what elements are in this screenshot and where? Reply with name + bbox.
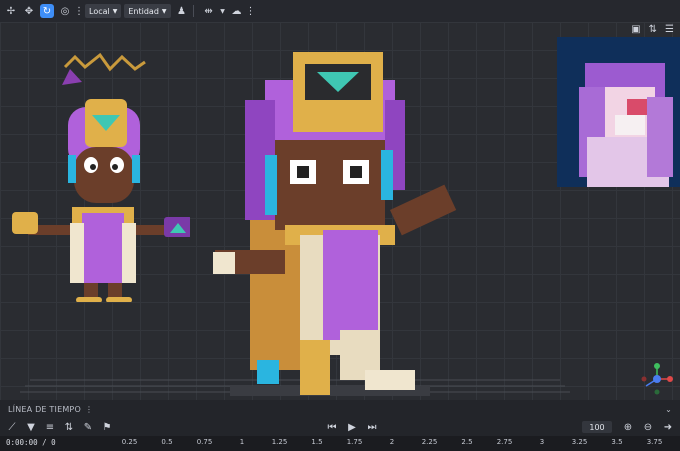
sort-icon[interactable]: ⇅ xyxy=(649,24,657,35)
pose-tool-icon[interactable]: ✢ xyxy=(4,4,18,18)
more-options-icon[interactable]: ⋮ xyxy=(85,405,93,414)
ruler-tick-label: 0.5 xyxy=(161,438,173,446)
total-frames: 0 xyxy=(51,438,56,447)
entity-dropdown-label: Entidad xyxy=(128,6,159,16)
pencil-icon[interactable]: ✎ xyxy=(81,420,95,434)
flag-icon[interactable]: ⚑ xyxy=(100,420,114,434)
timeline-ruler[interactable]: 0:00:00 / 0 0.25 0.5 0.75 1 1.25 1.5 1.75 2 2.25… xyxy=(0,436,680,451)
toolbar: ✢ ✥ ↻ ◎ ⋮ Local ▼ Entidad ▼ ♟ ⇹ ▼ ☁ ⋮ xyxy=(0,0,680,22)
add-icon[interactable]: ⊕ xyxy=(621,420,635,434)
play-icon[interactable]: ▶ xyxy=(345,420,359,434)
ruler-tick-label: 3.75 xyxy=(646,438,663,446)
filter-icon[interactable]: ▼ xyxy=(24,420,38,434)
skip-back-icon[interactable]: ⏮ xyxy=(325,420,339,434)
time-separator: / xyxy=(42,438,47,447)
mirror-icon[interactable]: ⇹ xyxy=(202,4,216,18)
ruler-tick-label: 2.75 xyxy=(496,438,513,446)
ruler-tick-label: 2 xyxy=(389,438,395,446)
ruler-tick-label: 3 xyxy=(539,438,545,446)
ruler-tick-label: 0.25 xyxy=(121,438,138,446)
ruler-tick-label: 1 xyxy=(239,438,245,446)
ruler-tick-label: 2.5 xyxy=(461,438,473,446)
chevron-down-icon[interactable]: ▼ xyxy=(220,4,226,18)
rotate-tool-icon[interactable]: ↻ xyxy=(40,4,54,18)
current-time: 0:00:00 xyxy=(6,438,38,447)
character-model-small[interactable] xyxy=(10,47,190,302)
group-icon[interactable]: ☁ xyxy=(230,4,244,18)
next-icon[interactable]: ➜ xyxy=(661,420,675,434)
more-options-icon[interactable]: ⋮ xyxy=(74,4,84,18)
skip-forward-icon[interactable]: ⏭ xyxy=(365,420,379,434)
reference-image xyxy=(557,37,680,187)
fps-input[interactable]: 100 xyxy=(582,421,612,433)
timeline-controls: ⟋ ▼ ≡ ⇅ ✎ ⚑ ⏮ ▶ ⏭ 100 ⊕ ⊖ ➜ xyxy=(0,418,680,436)
viewport-tools: ▣ ⇅ ☰ xyxy=(631,24,674,35)
ruler-tick-label: 3.5 xyxy=(611,438,623,446)
chevron-down-icon[interactable]: ⌄ xyxy=(665,405,672,414)
chevron-down-icon: ▼ xyxy=(112,7,118,15)
previous-icon[interactable]: ⊖ xyxy=(641,420,655,434)
list-icon[interactable]: ≡ xyxy=(43,420,57,434)
entity-dropdown[interactable]: Entidad ▼ xyxy=(124,4,171,18)
more-options-icon[interactable]: ⋮ xyxy=(246,4,256,18)
ruler-tick-label: 1.5 xyxy=(311,438,323,446)
chevron-down-icon: ▼ xyxy=(161,7,167,15)
graph-icon[interactable]: ⟋ xyxy=(5,420,19,434)
character-icon[interactable]: ♟ xyxy=(175,4,189,18)
ruler-tick-label: 1.75 xyxy=(346,438,363,446)
viewport[interactable]: ▣ ⇅ ☰ xyxy=(0,22,680,400)
ruler-tick-label: 3.25 xyxy=(571,438,588,446)
ruler-tick-label: 0.75 xyxy=(196,438,213,446)
time-readout: 0:00:00 / 0 xyxy=(6,438,56,447)
move-tool-icon[interactable]: ✥ xyxy=(22,4,36,18)
image-icon[interactable]: ▣ xyxy=(631,24,640,35)
space-dropdown-label: Local xyxy=(89,6,110,16)
space-dropdown[interactable]: Local ▼ xyxy=(85,4,122,18)
timeline-title: LÍNEA DE TIEMPO xyxy=(8,404,81,414)
ruler-tick-label: 2.25 xyxy=(421,438,438,446)
divider xyxy=(192,5,194,17)
ruler-tick-label: 1.25 xyxy=(271,438,288,446)
menu-icon[interactable]: ☰ xyxy=(665,24,674,35)
sort-icon[interactable]: ⇅ xyxy=(62,420,76,434)
axis-gizmo-icon[interactable] xyxy=(640,362,674,396)
timeline-header: LÍNEA DE TIEMPO ⋮ ⌄ xyxy=(0,400,680,418)
character-model-large[interactable] xyxy=(205,40,465,395)
pivot-tool-icon[interactable]: ◎ xyxy=(58,4,72,18)
reference-image-preview[interactable] xyxy=(557,37,680,187)
